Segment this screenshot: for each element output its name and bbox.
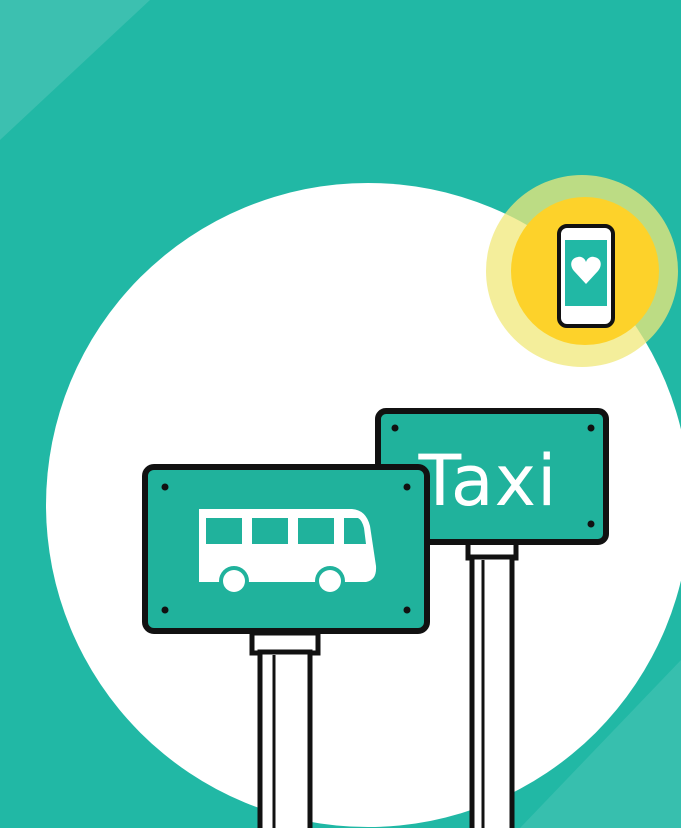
bolt [587, 520, 595, 528]
bolt [587, 424, 595, 432]
taxi-post [465, 535, 519, 828]
illustration-canvas: Taxi [0, 0, 681, 828]
bus-post [249, 630, 321, 828]
taxi-label: Taxi [418, 440, 558, 522]
bolt [403, 606, 411, 614]
bolt [161, 483, 169, 491]
illustration-svg: Taxi [0, 0, 681, 828]
bolt [403, 483, 411, 491]
phone-heart-icon [557, 224, 615, 328]
bolt [391, 424, 399, 432]
phone-badge [486, 175, 678, 367]
bolt [161, 606, 169, 614]
